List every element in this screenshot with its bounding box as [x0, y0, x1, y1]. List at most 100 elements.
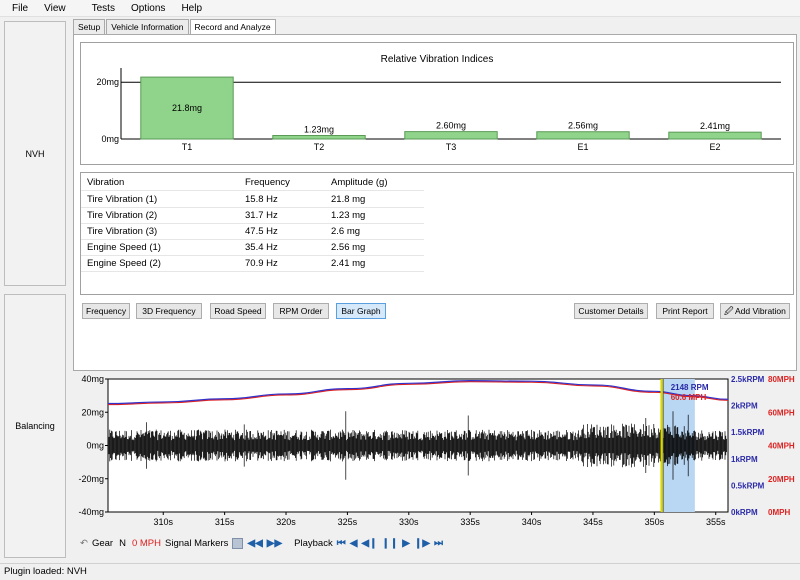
x-tick-label: 320s: [276, 517, 296, 527]
bar-chart: Relative Vibration Indices 0mg 20mg 21.8m…: [96, 54, 781, 152]
bar-value-label: 2.56mg: [568, 121, 598, 131]
gear-value: N: [119, 538, 126, 549]
table-row[interactable]: Tire Vibration (3) 47.5 Hz 2.6 mg: [81, 224, 424, 240]
skip-to-start-icon[interactable]: ⏮: [337, 538, 346, 549]
tab-setup[interactable]: Setup: [73, 19, 106, 34]
bar-chart-panel: Relative Vibration Indices 0mg 20mg 21.8m…: [80, 42, 794, 165]
table-row[interactable]: Tire Vibration (1) 15.8 Hz 21.8 mg: [81, 192, 424, 208]
header-vibration: Vibration: [87, 177, 125, 188]
tab-strip: Setup Vehicle Information Record and Ana…: [73, 19, 277, 35]
menu-tests[interactable]: Tests: [92, 0, 115, 17]
y-mph-tick-label: 0MPH: [768, 508, 790, 517]
fast-forward-icon[interactable]: ▶▶: [267, 538, 282, 549]
y-rpm-tick-label: 0.5kRPM: [731, 481, 765, 490]
time-domain-chart[interactable]: 2148 RPM60.6 MPH 40mg 20mg 0mg -20mg -40mg 2.…: [73, 374, 800, 540]
rpm-order-button[interactable]: RPM Order: [273, 303, 329, 319]
y-mph-tick-label: 40MPH: [768, 442, 795, 451]
playback-control-bar: ↶ Gear N 0 MPH Signal Markers ◀◀ ▶▶ Play…: [80, 535, 800, 552]
menu-view[interactable]: View: [44, 0, 66, 17]
cell-vibration: Engine Speed (1): [87, 242, 161, 253]
cursor-mph-label: 60.6 MPH: [671, 393, 707, 402]
add-vibration-label: Add Vibration: [735, 306, 786, 316]
table-row[interactable]: Engine Speed (2) 70.9 Hz 2.41 mg: [81, 256, 424, 272]
bar-value-label: 21.8mg: [172, 103, 202, 113]
vibration-table: Vibration Frequency Amplitude (g) Tire V…: [80, 172, 794, 295]
bar-category-label: T3: [446, 142, 457, 152]
gear-label: Gear: [91, 538, 114, 549]
nvh-button[interactable]: NVH: [4, 21, 66, 286]
add-vibration-button[interactable]: 🖉 Add Vibration: [720, 303, 790, 319]
menu-help[interactable]: Help: [181, 0, 202, 17]
bar-E2[interactable]: [668, 131, 762, 140]
y-left-tick-label: 20mg: [81, 407, 104, 417]
frequency-button[interactable]: Frequency: [82, 303, 130, 319]
cell-vibration: Tire Vibration (1): [87, 194, 158, 205]
tab-record-and-analyze[interactable]: Record and Analyze: [189, 19, 276, 35]
y-rpm-tick-label: 1.5kRPM: [731, 428, 765, 437]
undo-icon[interactable]: ↶: [80, 538, 88, 549]
bar-category-label: T1: [182, 142, 193, 152]
balancing-label: Balancing: [15, 421, 55, 431]
speed-value: 0 MPH: [131, 538, 162, 549]
status-bar: Plugin loaded: NVH: [0, 563, 800, 580]
step-back-icon[interactable]: ◀: [350, 538, 358, 549]
table-row[interactable]: Engine Speed (1) 35.4 Hz 2.56 mg: [81, 240, 424, 256]
frame-back-icon[interactable]: ◀❙: [361, 538, 377, 549]
cell-vibration: Tire Vibration (3): [87, 226, 158, 237]
rewind-icon[interactable]: ◀◀: [247, 538, 262, 549]
menu-bar: File View Tests Options Help: [0, 0, 800, 17]
bar-graph-button[interactable]: Bar Graph: [336, 303, 386, 319]
cell-frequency: 31.7 Hz: [245, 210, 278, 221]
x-tick-label: 355s: [706, 517, 726, 527]
time-chart-area[interactable]: 2148 RPM 60.6 MPH 40mg 20mg 0mg -20mg -40mg 2.…: [73, 374, 800, 540]
y-rpm-tick-label: 2.5kRPM: [731, 375, 765, 384]
bar-value-label: 1.23mg: [304, 125, 334, 135]
cell-amplitude: 21.8 mg: [331, 194, 366, 205]
y-left-tick-label: -20mg: [78, 474, 104, 484]
bar-category-label: T2: [314, 142, 325, 152]
bar-category-label: E2: [709, 142, 720, 152]
cell-vibration: Tire Vibration (2): [87, 210, 158, 221]
nvh-label: NVH: [25, 148, 45, 159]
cell-frequency: 35.4 Hz: [245, 242, 278, 253]
view-button-bar: Frequency 3D Frequency Road Speed RPM Or…: [80, 303, 794, 319]
x-tick-label: 310s: [153, 517, 173, 527]
bar-y-tick-label: 0mg: [101, 134, 119, 144]
tab-vehicle-information[interactable]: Vehicle Information: [106, 19, 189, 34]
skip-to-end-icon[interactable]: ⏭: [434, 538, 443, 549]
bar-E1[interactable]: [536, 131, 630, 140]
bar-T2[interactable]: [272, 135, 366, 140]
frame-forward-icon[interactable]: ❙▶: [414, 538, 430, 549]
pause-icon[interactable]: ❙❙: [382, 538, 399, 549]
cell-amplitude: 2.41 mg: [331, 258, 366, 269]
balancing-button[interactable]: Balancing: [4, 294, 66, 558]
table-header-row: Vibration Frequency Amplitude (g): [81, 175, 424, 191]
y-left-tick-label: 0mg: [86, 441, 104, 451]
cursor-rpm-label: 2148 RPM: [671, 383, 709, 392]
customer-details-button[interactable]: Customer Details: [574, 303, 648, 319]
bar-T3[interactable]: [404, 131, 498, 140]
x-tick-label: 315s: [215, 517, 235, 527]
road-speed-button[interactable]: Road Speed: [210, 303, 266, 319]
3d-frequency-button[interactable]: 3D Frequency: [136, 303, 202, 319]
bar-chart-title: Relative Vibration Indices: [381, 54, 494, 65]
y-left-tick-label: -40mg: [78, 507, 104, 517]
cell-vibration: Engine Speed (2): [87, 258, 161, 269]
y-mph-tick-label: 20MPH: [768, 475, 795, 484]
bar-category-label: E1: [577, 142, 588, 152]
bar-y-tick-label: 20mg: [96, 77, 119, 87]
grid-icon[interactable]: [232, 538, 244, 549]
add-vibration-icon: 🖉: [724, 306, 734, 316]
menu-file[interactable]: File: [12, 0, 28, 17]
cell-frequency: 47.5 Hz: [245, 226, 278, 237]
bar-value-label: 2.41mg: [700, 121, 730, 131]
cell-amplitude: 1.23 mg: [331, 210, 366, 221]
cell-frequency: 15.8 Hz: [245, 194, 278, 205]
menu-options[interactable]: Options: [131, 0, 165, 17]
cell-amplitude: 2.6 mg: [331, 226, 361, 237]
y-rpm-tick-label: 1kRPM: [731, 455, 758, 464]
play-icon[interactable]: ▶: [402, 538, 410, 549]
table-row[interactable]: Tire Vibration (2) 31.7 Hz 1.23 mg: [81, 208, 424, 224]
print-report-button[interactable]: Print Report: [656, 303, 714, 319]
x-tick-label: 340s: [522, 517, 542, 527]
